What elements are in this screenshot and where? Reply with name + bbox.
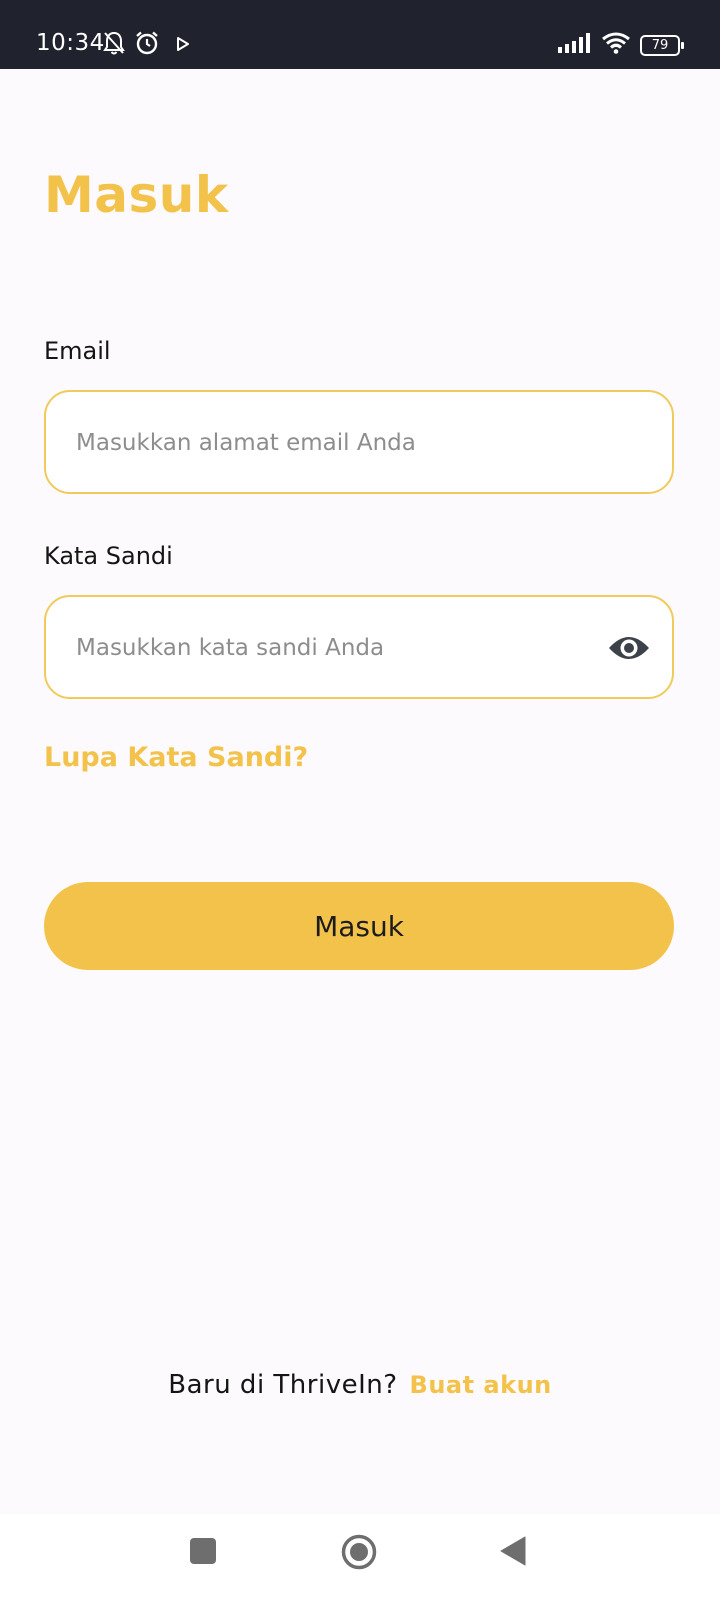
status-bar: 10:34 79 <box>0 0 720 69</box>
forgot-password-link[interactable]: Lupa Kata Sandi? <box>44 742 308 773</box>
show-password-eye-icon[interactable] <box>608 630 650 666</box>
login-button[interactable]: Masuk <box>44 882 674 970</box>
home-icon[interactable] <box>341 1534 377 1574</box>
status-time: 10:34 <box>36 30 105 56</box>
password-label: Kata Sandi <box>44 542 173 570</box>
password-field-container <box>44 595 674 699</box>
email-field[interactable] <box>74 392 598 494</box>
create-account-link[interactable]: Buat akun <box>410 1371 552 1399</box>
email-label: Email <box>44 337 111 365</box>
signup-prompt-text: Baru di ThriveIn? <box>168 1370 398 1400</box>
back-icon[interactable] <box>500 1536 526 1570</box>
wifi-icon <box>602 32 630 58</box>
bell-off-icon <box>102 30 126 60</box>
battery-icon: 79 <box>640 34 684 56</box>
email-field-container <box>44 390 674 494</box>
alarm-icon <box>134 30 160 60</box>
signal-icon <box>558 33 592 57</box>
recents-icon[interactable] <box>190 1538 216 1568</box>
page-title: Masuk <box>44 166 229 224</box>
signup-prompt: Baru di ThriveIn? Buat akun <box>0 1370 720 1400</box>
navigation-bar <box>0 1514 720 1600</box>
play-icon <box>176 36 190 55</box>
password-field[interactable] <box>74 597 598 699</box>
